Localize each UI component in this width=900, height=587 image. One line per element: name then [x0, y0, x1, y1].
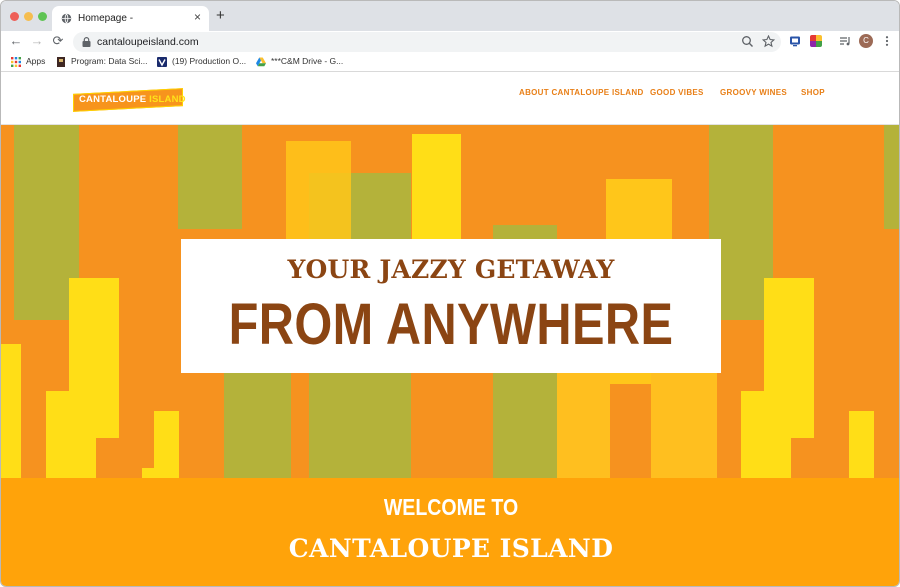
tab-close-icon[interactable]: × — [194, 11, 201, 23]
background-block — [764, 278, 814, 438]
background-block — [884, 125, 899, 229]
profile-avatar[interactable]: C — [859, 34, 873, 48]
forward-button[interactable]: → — [30, 34, 44, 48]
tab-title: Homepage - — [78, 13, 134, 24]
welcome-title: CANTALOUPE ISLAND — [288, 534, 614, 563]
bookmark-label: Program: Data Sci... — [71, 56, 148, 66]
background-block — [412, 134, 461, 239]
url-text[interactable]: cantaloupeisland.com — [97, 36, 199, 48]
welcome-kicker: WELCOME TO — [383, 494, 519, 520]
bookmark-label: Apps — [26, 56, 46, 66]
bookmark-star-icon[interactable] — [762, 35, 775, 48]
more-menu-icon[interactable] — [881, 35, 893, 47]
logo-word-2: ISLAND — [149, 94, 186, 105]
background-block — [1, 344, 21, 478]
welcome-section: WELCOME TO CANTALOUPE ISLAND — [1, 478, 899, 586]
site-logo[interactable]: CANTALOUPE ISLAND — [73, 85, 185, 113]
nav-link-shop[interactable]: SHOP — [801, 88, 825, 97]
browser-toolbar: ← → ⟳ cantaloupeisland.com C — [1, 31, 899, 53]
zoom-icon[interactable] — [741, 35, 754, 48]
extension-screen-icon[interactable] — [789, 35, 801, 47]
back-button[interactable]: ← — [9, 34, 23, 48]
lock-icon — [82, 37, 91, 47]
headline-card: YOUR JAZZY GETAWAY FROM ANYWHERE — [181, 239, 721, 373]
apps-grid-icon — [11, 57, 21, 67]
extension-color-icon[interactable] — [810, 35, 822, 47]
nav-link-about[interactable]: ABOUT CANTALOUPE ISLAND — [519, 88, 644, 97]
media-control-icon[interactable] — [839, 35, 851, 47]
browser-window: Homepage - × + ← → ⟳ cantaloupeisland.co… — [0, 0, 900, 587]
background-block — [178, 125, 242, 229]
reload-button[interactable]: ⟳ — [51, 34, 65, 48]
logo-text: CANTALOUPE ISLAND — [79, 94, 186, 105]
bookmarks-bar: Apps Program: Data Sci... (19) Productio… — [1, 53, 899, 72]
bookmark-label: (19) Production O... — [172, 56, 247, 66]
bookmark-v-icon — [157, 57, 167, 67]
hero-banner: YOUR JAZZY GETAWAY FROM ANYWHERE — [1, 125, 899, 478]
hero-tagline: YOUR JAZZY GETAWAY — [287, 255, 615, 284]
bookmark-icon — [57, 57, 65, 67]
tab-strip: Homepage - × + — [1, 1, 899, 31]
hero-headline: FROM ANYWHERE — [228, 292, 674, 357]
logo-word-1: CANTALOUPE — [79, 94, 147, 105]
address-bar[interactable]: cantaloupeisland.com — [73, 32, 781, 52]
nav-link-good-vibes[interactable]: GOOD VIBES — [650, 88, 704, 97]
new-tab-button[interactable]: + — [216, 8, 225, 23]
background-block — [849, 411, 874, 478]
background-block — [69, 278, 119, 438]
close-window-button[interactable] — [10, 12, 19, 21]
globe-icon — [61, 13, 72, 24]
bookmark-label: ***C&M Drive - G... — [271, 56, 344, 66]
background-block — [224, 373, 291, 478]
drive-icon — [256, 57, 266, 67]
maximize-window-button[interactable] — [38, 12, 47, 21]
background-block — [557, 373, 610, 478]
minimize-window-button[interactable] — [24, 12, 33, 21]
browser-tab[interactable]: Homepage - × — [52, 6, 209, 31]
background-block — [651, 373, 717, 478]
background-block — [142, 468, 162, 478]
nav-link-groovy-wines[interactable]: GROOVY WINES — [720, 88, 787, 97]
site-header: CANTALOUPE ISLAND ABOUT CANTALOUPE ISLAN… — [1, 73, 899, 125]
